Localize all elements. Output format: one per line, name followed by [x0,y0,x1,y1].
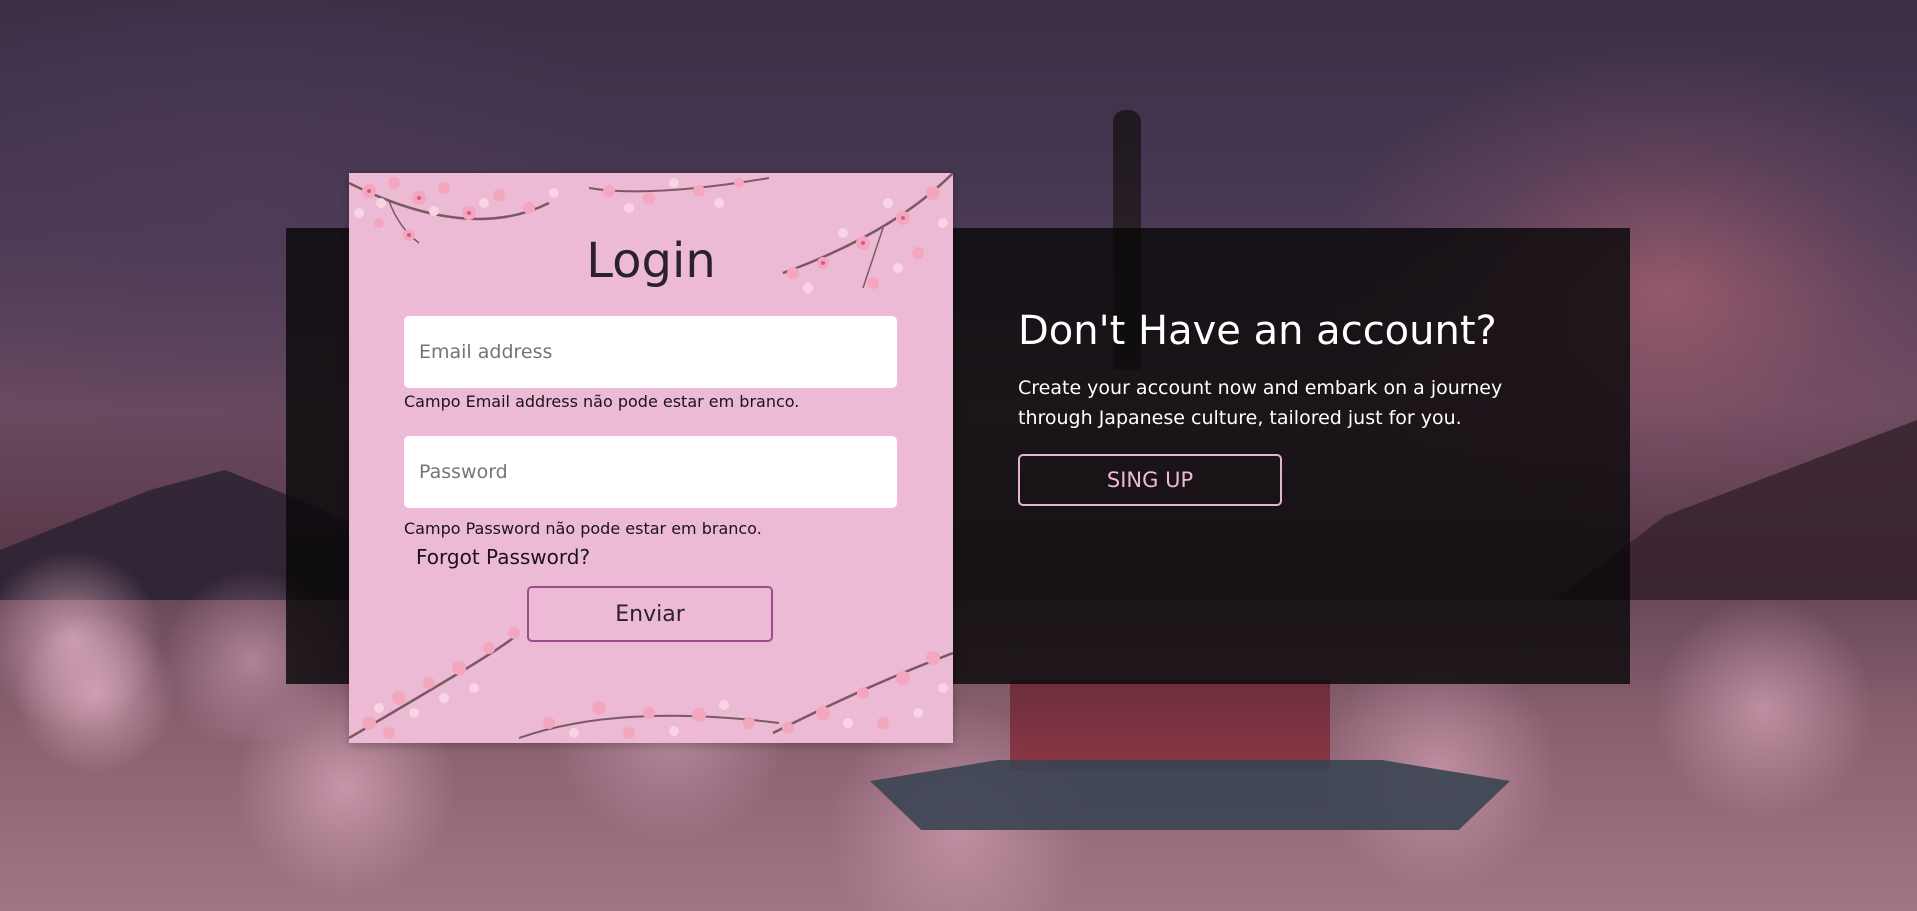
password-field[interactable] [404,436,897,508]
cherry-blossom-branch-icon [589,177,769,213]
login-card: Login Campo Email address não pode estar… [349,173,953,743]
sign-up-button[interactable]: SING UP [1018,454,1282,506]
submit-button[interactable]: Enviar [527,586,773,642]
signup-description: Create your account now and embark on a … [1018,377,1503,429]
signup-title: Don't Have an account? [1018,308,1497,354]
password-error-message: Campo Password não pode estar em branco. [404,519,762,538]
email-field[interactable] [404,316,897,388]
pagoda-body [1010,680,1330,770]
email-error-message: Campo Email address não pode estar em br… [404,392,800,411]
forgot-password-link[interactable]: Forgot Password? [416,545,590,569]
pagoda-roof [870,760,1510,830]
cherry-blossom-branch-icon [349,627,520,740]
cherry-blossom-branch-icon [519,700,779,739]
login-title: Login [586,233,716,289]
cherry-blossom-branch-icon [772,651,953,735]
